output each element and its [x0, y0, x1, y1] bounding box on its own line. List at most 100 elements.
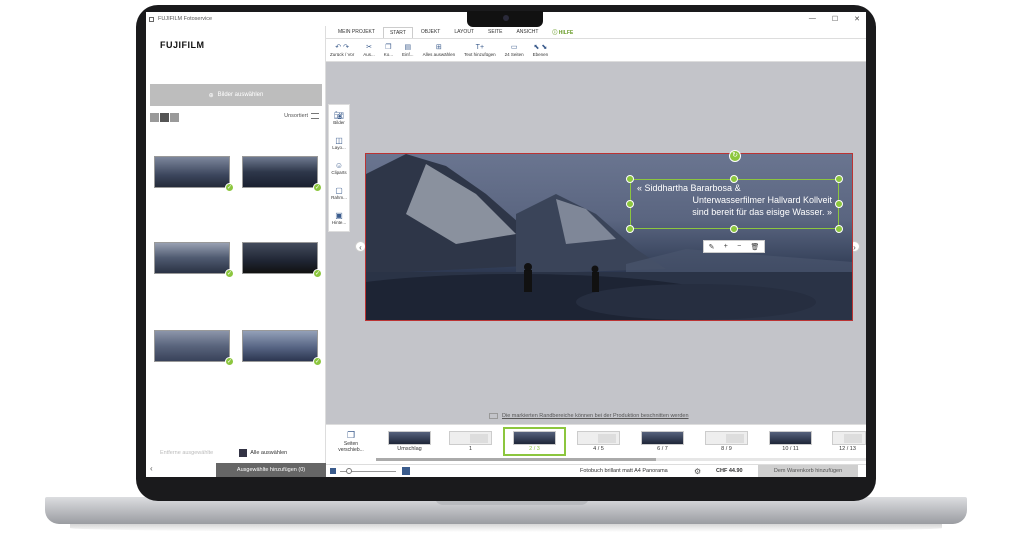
pages-dropdown[interactable]: ▭ 24 Seiten — [505, 44, 524, 57]
image-thumbnail[interactable]: ✓ — [242, 156, 322, 192]
resize-handle[interactable] — [626, 225, 634, 233]
page-label: 12 / 13 — [839, 446, 856, 452]
page-thumbnail[interactable] — [769, 431, 812, 445]
pages-label: 24 Seiten — [504, 51, 524, 57]
caption-line-3: sind bereit für das eisige Wasser. » — [692, 207, 832, 217]
tool-images[interactable]: 📷︎ Bilder — [329, 105, 349, 130]
check-icon: ✓ — [313, 357, 322, 366]
copy-label: Ko... — [383, 51, 394, 57]
add-text-label: Text hinzufügen — [464, 51, 496, 57]
resize-handle[interactable] — [835, 200, 843, 208]
page-thumbnail[interactable] — [832, 431, 866, 445]
resize-handle[interactable] — [730, 175, 738, 183]
view-large-icon[interactable] — [150, 113, 159, 122]
status-bar: Fotobuch brillant matt A4 Panorama ⚙ CHF… — [326, 464, 866, 477]
tool-images-label: Bilder — [333, 119, 345, 125]
cut-label: Aus... — [363, 51, 375, 57]
caption-line-2: Unterwasserfilmer Hallvard Kollveit — [692, 195, 832, 205]
image-thumbnail[interactable]: ✓ — [154, 330, 234, 366]
trash-icon[interactable]: 🗑︎ — [750, 243, 759, 251]
move-pages-button[interactable]: ❐ Seiten verschieb... — [336, 430, 366, 453]
copy-button[interactable]: ❐ Ko... — [384, 44, 393, 57]
resize-handle[interactable] — [835, 225, 843, 233]
pencil-icon[interactable]: ✎ — [709, 243, 715, 251]
page-thumbnail[interactable] — [705, 431, 748, 445]
image-thumbnail[interactable]: ✓ — [154, 242, 234, 278]
image-thumbnail[interactable]: ✓ — [242, 242, 322, 278]
undo-icon: ↶ ↷ — [335, 43, 349, 51]
sort-dropdown[interactable]: Unsortiert — [284, 113, 319, 119]
select-all-label: Alle auswählen — [250, 450, 288, 456]
minus-icon[interactable]: − — [737, 243, 741, 250]
add-to-cart-button[interactable]: Dem Warenkorb hinzufügen — [758, 464, 858, 477]
side-toolbox: 📷︎ Bilder ◫ Layo... ☺ Cliparts ▢ Rahm... ▣ Hi… — [328, 104, 350, 232]
page-thumbnail[interactable] — [449, 431, 492, 445]
cut-button[interactable]: ✂ Aus... — [363, 44, 375, 57]
zoom-out-icon[interactable] — [330, 468, 336, 474]
plus-icon[interactable]: + — [724, 243, 728, 250]
page-thumbnail-cover[interactable] — [388, 431, 431, 445]
undo-redo-button[interactable]: ↶ ↷ Zurück / Vor — [330, 44, 354, 57]
paste-button[interactable]: ▤ Einf... — [402, 44, 414, 57]
tab-object[interactable]: OBJEKT — [415, 27, 446, 38]
minimize-button[interactable]: — — [809, 15, 816, 23]
tab-help[interactable]: ⓘ HILFE — [546, 27, 579, 38]
tab-layout[interactable]: LAYOUT — [448, 27, 480, 38]
page-thumbnail[interactable] — [513, 431, 556, 445]
add-text-button[interactable]: T+ Text hinzufügen — [464, 44, 496, 57]
tab-view[interactable]: ANSICHT — [510, 27, 544, 38]
resize-handle[interactable] — [626, 175, 634, 183]
text-icon: T+ — [475, 43, 485, 51]
tool-backgrounds[interactable]: ▣ Hinte... — [329, 205, 349, 230]
check-icon: ✓ — [225, 269, 234, 278]
resize-handle[interactable] — [835, 175, 843, 183]
caption-text-box[interactable]: « Siddhartha Bararbosa & Unterwasserfilm… — [630, 179, 839, 229]
layers-label: Ebenen — [532, 51, 549, 57]
zoom-slider[interactable] — [340, 467, 396, 474]
remove-selected-button[interactable]: Entferne ausgewählte — [160, 450, 213, 456]
layers-button[interactable]: ⬉ ⬊ Ebenen — [533, 44, 549, 57]
tab-start[interactable]: START — [382, 27, 413, 38]
scrollbar-thumb[interactable] — [376, 458, 656, 461]
collapse-sidebar-icon[interactable]: ‹ — [150, 464, 153, 473]
tool-layouts[interactable]: ◫ Layo... — [329, 130, 349, 155]
rotate-handle[interactable]: ↻ — [729, 150, 741, 162]
tab-page[interactable]: SEITE — [482, 27, 508, 38]
zoom-in-icon[interactable] — [402, 467, 410, 475]
close-button[interactable]: ✕ — [854, 15, 860, 23]
page-thumbnail[interactable] — [577, 431, 620, 445]
select-all-tool-label: Alles auswählen — [422, 51, 456, 57]
undo-redo-label: Zurück / Vor — [330, 51, 355, 57]
view-small-icon[interactable] — [170, 113, 179, 122]
image-thumbnail[interactable]: ✓ — [242, 330, 322, 366]
tool-frames-label: Rahm... — [331, 194, 347, 200]
tab-help-label: HILFE — [558, 30, 574, 36]
gear-icon[interactable]: ⚙ — [694, 467, 701, 476]
resize-handle[interactable] — [626, 200, 634, 208]
page-thumbnail[interactable] — [641, 431, 684, 445]
tool-frames[interactable]: ▢ Rahm... — [329, 180, 349, 205]
zoom-slider-knob[interactable] — [346, 467, 352, 474]
pick-images-label: Bilder auswählen — [217, 92, 264, 98]
page-label: Umschlag — [397, 446, 422, 452]
add-selected-button[interactable]: Ausgewählte hinzufügen (0) — [216, 463, 326, 477]
maximize-button[interactable]: ☐ — [832, 15, 838, 23]
layout-icon: ◫ — [335, 135, 343, 145]
view-medium-icon[interactable] — [160, 113, 169, 122]
trim-warning-note[interactable]: Die markierten Randbereiche können bei d… — [489, 413, 689, 419]
page-strip-scrollbar[interactable] — [376, 458, 866, 461]
resize-handle[interactable] — [730, 225, 738, 233]
tool-cliparts[interactable]: ☺ Cliparts — [329, 155, 349, 180]
page-label: 8 / 9 — [721, 446, 732, 452]
tool-cliparts-label: Cliparts — [331, 169, 347, 175]
tab-my-project[interactable]: MEIN PROJEKT — [332, 27, 381, 38]
tool-layouts-label: Layo... — [332, 144, 346, 150]
image-thumbnail[interactable]: ✓ — [154, 156, 234, 192]
select-all-button[interactable]: Alle auswählen — [239, 449, 287, 457]
paste-label: Einf... — [402, 51, 414, 57]
ribbon-tabs: MEIN PROJEKT START OBJEKT LAYOUT SEITE A… — [326, 26, 866, 38]
pick-images-button[interactable]: ⊕ Bilder auswählen — [150, 84, 322, 106]
select-all-tool-button[interactable]: ⊞ Alles auswählen — [423, 44, 456, 57]
laptop-shadow — [70, 524, 942, 532]
webcam — [503, 15, 509, 21]
